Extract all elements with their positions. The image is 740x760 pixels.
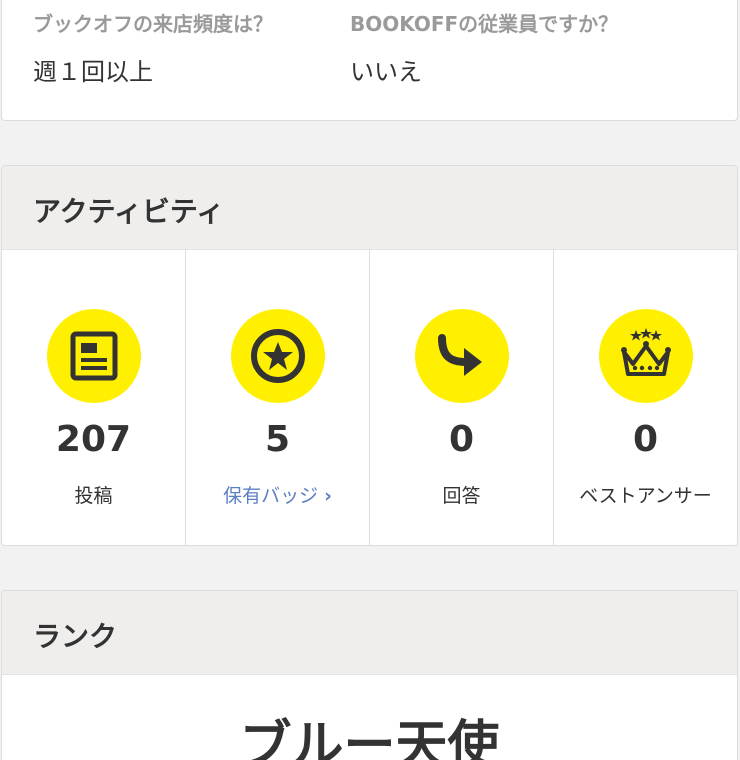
- crown-icon: [598, 309, 693, 403]
- answer-arrow-icon: [414, 309, 509, 403]
- stat-label: 投稿: [74, 485, 113, 507]
- qa-answer: 週１回以上: [33, 58, 153, 86]
- qa-answer: いいえ: [350, 58, 422, 86]
- qa-question: BOOKOFFの従業員ですか？: [350, 12, 619, 36]
- stat-label[interactable]: 保有バッジ: [223, 485, 318, 507]
- post-icon: [46, 309, 141, 403]
- chevron-right-icon: ›: [324, 485, 332, 507]
- stat-badges[interactable]: 5 保有バッジ ›: [186, 249, 370, 545]
- rank-header: ランク: [2, 591, 737, 675]
- activity-title: アクティビティ: [33, 195, 225, 228]
- stat-answers: 0 回答: [370, 249, 554, 545]
- activity-header: アクティビティ: [2, 166, 737, 250]
- stat-posts: 207 投稿: [2, 249, 186, 545]
- stat-value: 5: [264, 419, 291, 460]
- stat-value: 0: [448, 419, 475, 460]
- rank-name: ブルー天使: [239, 716, 500, 760]
- profile-qa-card: ブックオフの来店頻度は？ 週１回以上 BOOKOFFの従業員ですか？ いいえ: [1, 0, 738, 121]
- activity-card: アクティビティ 207 投稿 5 保有バッジ › 0 回答 0 ベストアンサー: [1, 165, 738, 546]
- rank-title: ランク: [33, 620, 118, 653]
- stat-value: 207: [55, 419, 132, 460]
- badges-link[interactable]: 保有バッジ ›: [186, 481, 369, 508]
- activity-stats: 207 投稿 5 保有バッジ › 0 回答 0 ベストアンサー: [2, 249, 737, 545]
- stat-value: 0: [632, 419, 659, 460]
- stat-label: ベストアンサー: [579, 485, 712, 507]
- qa-question: ブックオフの来店頻度は？: [33, 12, 273, 36]
- stat-best-answers: 0 ベストアンサー: [554, 249, 737, 545]
- rank-card: ランク ブルー天使: [1, 590, 738, 760]
- badge-star-icon: [230, 309, 325, 403]
- stat-label: 回答: [442, 485, 481, 507]
